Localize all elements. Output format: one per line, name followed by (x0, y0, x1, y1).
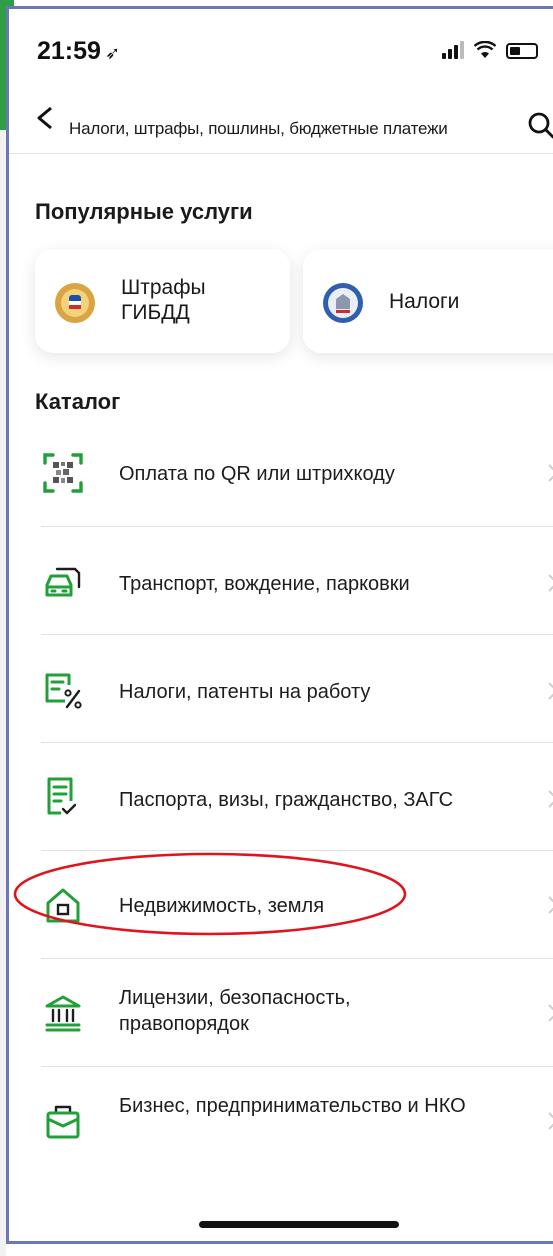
chevron-right-icon (548, 464, 553, 482)
popular-card-taxes[interactable]: Налоги (303, 249, 553, 353)
chevron-right-icon (548, 1112, 553, 1130)
catalog-item-label: Транспорт, вождение, парковки (119, 573, 410, 595)
qr-scan-icon (43, 453, 83, 493)
government-building-icon (45, 995, 81, 1032)
catalog-item-label: Налоги, патенты на работу (119, 681, 371, 703)
chevron-right-icon (548, 682, 553, 700)
card-label-taxes: Налоги (389, 290, 460, 313)
wifi-icon (474, 41, 496, 58)
battery-icon (506, 43, 538, 59)
highlight-ellipse (13, 852, 407, 936)
list-divider (41, 958, 553, 959)
catalog-item-taxes-patents[interactable]: Налоги, патенты на работу (9, 637, 553, 745)
chevron-right-icon (548, 896, 553, 914)
catalog-item-transport[interactable]: Транспорт, вождение, парковки (9, 529, 553, 637)
briefcase-icon (46, 1105, 80, 1139)
catalog-item-label: Паспорта, визы, гражданство, ЗАГС (119, 789, 454, 811)
page-title: Налоги, штрафы, пошлины, бюджетные плате… (69, 119, 448, 138)
catalog-item-business[interactable]: Бизнес, предпринимательство и НКО (9, 1069, 553, 1177)
car-icon (45, 567, 81, 597)
catalog-item-label: Лицензии, безопасность, правопорядок (119, 987, 351, 1035)
list-divider (41, 526, 553, 527)
status-time-text: 21:59 (37, 37, 101, 65)
card-label-traffic-fines: Штрафы ГИБДД (121, 276, 206, 324)
popular-card-traffic-fines[interactable]: Штрафы ГИБДД (35, 249, 290, 353)
catalog-item-label: Оплата по QR или штрихкоду (119, 463, 395, 485)
signal-icon (442, 41, 464, 59)
tax-service-emblem-icon (323, 283, 363, 323)
chevron-right-icon (548, 790, 553, 808)
home-indicator[interactable] (199, 1221, 399, 1228)
chevron-right-icon (548, 1004, 553, 1022)
catalog-section-title: Каталог (35, 389, 121, 414)
document-check-icon (47, 777, 77, 815)
catalog-item-licenses[interactable]: Лицензии, безопасность, правопорядок (9, 961, 553, 1069)
document-percent-icon (45, 673, 82, 709)
phone-screen: 21:59 ➶ Налоги, штрафы, пошлины, бюджетны… (6, 6, 553, 1244)
status-bar: 21:59 ➶ (9, 9, 553, 79)
status-icons (442, 41, 538, 59)
chevron-right-icon (548, 574, 553, 592)
search-icon[interactable] (527, 111, 553, 139)
status-time: 21:59 ➶ (37, 37, 120, 66)
catalog-item-qr-payment[interactable]: Оплата по QR или штрихкоду (9, 421, 553, 529)
nav-divider (9, 153, 553, 154)
traffic-police-emblem-icon (55, 283, 95, 323)
location-arrow-icon: ➶ (104, 43, 121, 63)
catalog-item-passports[interactable]: Паспорта, визы, гражданство, ЗАГС (9, 745, 553, 853)
catalog-item-label: Бизнес, предпринимательство и НКО (119, 1095, 466, 1117)
back-arrow-icon[interactable] (35, 105, 55, 131)
popular-section-title: Популярные услуги (35, 199, 253, 224)
list-divider (41, 1066, 553, 1067)
list-divider (41, 634, 553, 635)
nav-bar: Налоги, штрафы, пошлины, бюджетные плате… (9, 91, 553, 151)
list-divider (41, 742, 553, 743)
